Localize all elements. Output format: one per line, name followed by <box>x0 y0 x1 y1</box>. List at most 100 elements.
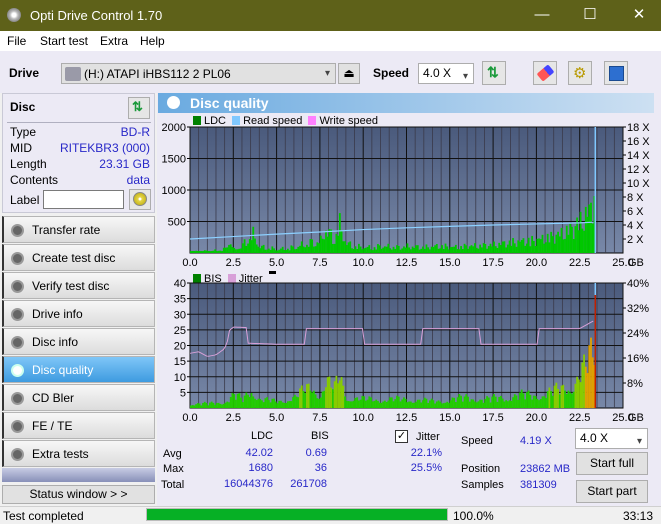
ldc-bar <box>233 247 236 253</box>
nav-transfer-rate[interactable]: Transfer rate <box>2 216 155 243</box>
bis-bar <box>491 396 494 408</box>
ldc-bar <box>572 239 575 253</box>
bis-bar <box>432 400 435 408</box>
bis-bar <box>564 390 566 408</box>
bis-bar <box>271 398 274 408</box>
ldc-bar <box>401 248 404 253</box>
bis-bar <box>538 400 540 408</box>
menu-start-test[interactable]: Start test <box>40 34 88 48</box>
y2-tick-label: 14 X <box>627 150 650 162</box>
ldc-bar <box>368 245 371 253</box>
ldc-bar <box>196 251 199 253</box>
x-tick-label: 15.0 <box>439 412 460 423</box>
bis-bar <box>576 376 579 408</box>
x-tick-label: 0.0 <box>182 257 197 269</box>
refresh-icon: ⇅ <box>487 64 499 80</box>
nav-label: Verify test disc <box>32 279 110 293</box>
bis-bar <box>240 397 243 408</box>
bis-bar <box>231 392 234 408</box>
ldc-bar <box>302 246 305 253</box>
bis-bar <box>543 396 546 408</box>
ldc-bar <box>515 246 518 253</box>
bis-bar <box>579 382 582 408</box>
bis-bar <box>241 402 244 408</box>
y-tick-label: 1000 <box>162 185 186 197</box>
bis-bar <box>236 393 239 408</box>
menu-extra[interactable]: Extra <box>100 34 128 48</box>
bis-bar <box>489 402 492 408</box>
nav-fe-te[interactable]: FE / TE <box>2 412 155 439</box>
ldc-bar <box>383 246 386 253</box>
disc-refresh-button[interactable]: ⇅ <box>128 97 150 119</box>
eject-button[interactable]: ⏏ <box>338 63 360 84</box>
erase-button[interactable] <box>533 61 557 85</box>
y-tick-label: 15 <box>174 356 186 368</box>
bis-bar <box>280 400 282 408</box>
settings-button[interactable]: ⚙ <box>568 61 592 85</box>
progress-text: 100.0% <box>453 509 494 523</box>
nav-verify-test-disc[interactable]: Verify test disc <box>2 272 155 299</box>
label-disc-button[interactable] <box>129 189 151 210</box>
ldc-bar <box>209 251 211 253</box>
speed-select[interactable]: 4.0 X ▾ <box>418 63 474 84</box>
ldc-bar <box>283 249 286 253</box>
save-button[interactable] <box>604 61 628 85</box>
ldc-bar <box>292 246 294 253</box>
status-window-button[interactable]: Status window > > <box>2 485 155 504</box>
bis-bar <box>358 400 360 408</box>
bis-bar <box>444 402 447 408</box>
bis-bar <box>486 396 488 408</box>
bis-bar <box>269 402 272 408</box>
refresh-button[interactable]: ⇅ <box>482 61 506 85</box>
ldc-bar <box>411 246 414 253</box>
bis-bar <box>300 385 303 408</box>
maximize-button[interactable]: ☐ <box>575 4 605 26</box>
bis-bar <box>295 396 298 408</box>
label-input[interactable] <box>43 190 124 209</box>
close-button[interactable]: ✕ <box>624 4 654 26</box>
ldc-bar <box>325 230 327 253</box>
x-tick-label: 2.5 <box>226 257 241 269</box>
jitter-checkbox[interactable]: ✓ <box>395 430 408 443</box>
ldc-bar <box>418 249 421 253</box>
bis-bar <box>390 397 393 408</box>
nav-disc-info[interactable]: Disc info <box>2 328 155 355</box>
drive-select[interactable]: (H:) ATAPI iHBS112 2 PL06 ▾ <box>61 63 336 84</box>
bis-bar <box>572 391 575 408</box>
ldc-bar <box>361 249 364 253</box>
ldc-bar <box>453 246 456 253</box>
nav-create-test-disc[interactable]: Create test disc <box>2 244 155 271</box>
ldc-bar <box>364 247 367 253</box>
ldc-bar <box>314 246 317 253</box>
bis-bar <box>288 401 291 408</box>
ldc-bar <box>377 244 379 253</box>
menu-help[interactable]: Help <box>140 34 165 48</box>
x-tick-label: 17.5 <box>482 412 503 423</box>
bis-bar <box>219 403 222 408</box>
bis-bar <box>274 401 277 408</box>
bis-bar <box>577 379 580 408</box>
bis-bar <box>505 400 508 408</box>
x-axis-unit: GB <box>628 412 644 423</box>
ldc-bar <box>358 243 360 253</box>
nav-drive-info[interactable]: Drive info <box>2 300 155 327</box>
ldc-bar <box>546 233 549 253</box>
nav-cd-bler[interactable]: CD Bler <box>2 384 155 411</box>
nav-extra-tests[interactable]: Extra tests <box>2 440 155 467</box>
ldc-bar <box>337 235 340 253</box>
start-part-button[interactable]: Start part <box>576 480 648 503</box>
bis-bar <box>403 397 405 408</box>
bis-bar <box>557 388 559 408</box>
minimize-button[interactable]: — <box>527 4 557 26</box>
x-tick-label: 2.5 <box>226 412 241 423</box>
ldc-bar <box>420 248 423 253</box>
ldc-bar <box>285 250 288 253</box>
start-full-button[interactable]: Start full <box>576 452 648 475</box>
bis-bar <box>565 394 568 408</box>
test-speed-select[interactable]: 4.0 X ▾ <box>575 428 648 449</box>
disc-length-row: Length 23.31 GB <box>10 157 150 173</box>
menu-file[interactable]: File <box>7 34 26 48</box>
nav-disc-quality[interactable]: Disc quality <box>2 356 155 383</box>
elapsed-time: 33:13 <box>623 509 654 523</box>
bis-bar <box>375 399 378 408</box>
